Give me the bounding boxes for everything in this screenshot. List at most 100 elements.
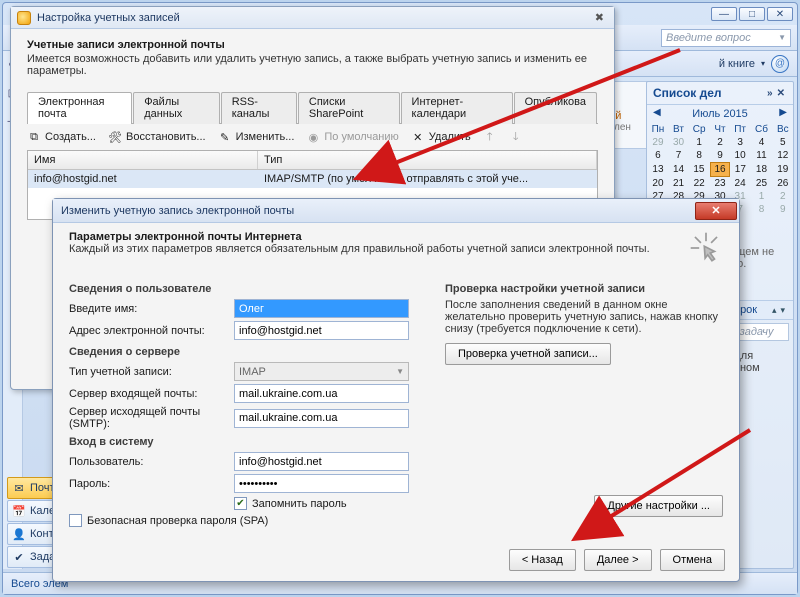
edit-account-dialog: Изменить учетную запись электронной почт… (52, 198, 740, 582)
cal-day[interactable]: 13 (647, 163, 669, 177)
minimize-button[interactable]: — (711, 7, 737, 21)
label-pass: Пароль: (69, 478, 234, 490)
label-user: Пользователь: (69, 456, 234, 468)
help-search-input[interactable]: Введите вопрос ▼ (661, 29, 791, 47)
cal-day[interactable]: 1 (750, 190, 772, 203)
chevron-down-icon[interactable]: ▾ (778, 305, 787, 316)
cal-day[interactable]: 21 (669, 177, 688, 191)
move-up-button[interactable]: 🡑 (483, 130, 497, 144)
cal-day[interactable]: 1 (688, 136, 710, 149)
calendar-month-header: ◀ Июль 2015 ▶ (647, 105, 793, 123)
prev-month-icon[interactable]: ◀ (653, 107, 661, 118)
edit-form: Сведения о пользователе Введите имя: Адр… (53, 273, 739, 529)
cal-day[interactable]: 9 (773, 203, 793, 216)
cal-day[interactable]: 15 (688, 163, 710, 177)
account-row[interactable]: info@hostgid.net IMAP/SMTP (по умолчанию… (28, 170, 597, 188)
cal-day[interactable]: 10 (730, 149, 751, 163)
chevron-up-icon[interactable]: ▴ (770, 305, 779, 316)
close-icon[interactable]: ✕ (775, 88, 787, 99)
cancel-button[interactable]: Отмена (660, 549, 725, 571)
cal-day[interactable]: 5 (773, 136, 793, 149)
col-name[interactable]: Имя (28, 151, 258, 169)
cal-day[interactable]: 9 (710, 149, 730, 163)
cal-dow: Пн (647, 123, 669, 136)
col-type[interactable]: Тип (258, 151, 597, 169)
dialog-title: Настройка учетных записей (37, 12, 180, 24)
accounts-tab[interactable]: Опубликова (514, 92, 597, 124)
password-input[interactable] (234, 474, 409, 493)
incoming-server-input[interactable] (234, 384, 409, 403)
accounts-tab[interactable]: Файлы данных (133, 92, 220, 124)
list-header: Имя Тип (28, 151, 597, 170)
cal-day[interactable]: 26 (773, 177, 793, 191)
remember-password-label: Запомнить пароль (252, 498, 347, 510)
todo-panel-header: Список дел » ✕ (647, 82, 793, 105)
test-description: После заполнения сведений в данном окне … (445, 299, 723, 335)
edit-account-button[interactable]: ✎Изменить... (218, 130, 295, 144)
cal-day[interactable]: 29 (647, 136, 669, 149)
dialog-close-button[interactable]: ✕ (695, 202, 737, 220)
cal-day[interactable]: 23 (710, 177, 730, 191)
section-login: Вход в систему (69, 436, 421, 448)
cal-day[interactable]: 8 (750, 203, 772, 216)
cal-day[interactable]: 6 (647, 149, 669, 163)
accounts-tab[interactable]: RSS-каналы (221, 92, 297, 124)
cal-day[interactable]: 14 (669, 163, 688, 177)
username-input[interactable] (234, 452, 409, 471)
move-down-button[interactable]: 🡓 (509, 130, 523, 144)
account-name: info@hostgid.net (28, 170, 258, 188)
dialog-close-icon[interactable]: ✖ (591, 11, 608, 24)
outlook-app-icon (17, 11, 31, 25)
cal-day[interactable]: 2 (773, 190, 793, 203)
dialog-titlebar: Изменить учетную запись электронной почт… (53, 199, 739, 223)
maximize-button[interactable]: □ (739, 7, 765, 21)
help-search-placeholder: Введите вопрос (666, 32, 751, 44)
accounts-tab[interactable]: Списки SharePoint (298, 92, 400, 124)
back-button[interactable]: < Назад (509, 549, 576, 571)
cal-day[interactable]: 20 (647, 177, 669, 191)
cal-day[interactable]: 3 (730, 136, 751, 149)
cal-day[interactable]: 19 (773, 163, 793, 177)
restore-account-button[interactable]: 🛠Восстановить... (108, 130, 206, 144)
email-input[interactable] (234, 321, 409, 340)
spa-checkbox[interactable] (69, 514, 82, 527)
cal-day[interactable]: 16 (710, 163, 730, 177)
set-default-button[interactable]: ◉По умолчанию (306, 130, 398, 144)
cal-day[interactable]: 25 (750, 177, 772, 191)
cal-day[interactable]: 17 (730, 163, 751, 177)
accounts-heading: Учетные записи электронной почты (27, 39, 598, 51)
next-month-icon[interactable]: ▶ (779, 107, 787, 118)
cal-day[interactable]: 24 (730, 177, 751, 191)
next-button[interactable]: Далее > (584, 549, 652, 571)
accounts-tab[interactable]: Электронная почта (27, 92, 132, 124)
chevron-down-icon[interactable]: ▾ (761, 59, 765, 68)
more-settings-button[interactable]: Другие настройки ... (594, 495, 723, 517)
window-close-button[interactable]: ✕ (767, 7, 793, 21)
chevron-right-icon[interactable]: » (765, 88, 775, 99)
cal-dow: Сб (750, 123, 772, 136)
help-icon[interactable]: @ (771, 55, 789, 73)
section-test: Проверка настройки учетной записи (445, 283, 723, 295)
account-type: IMAP/SMTP (по умолчанию отправлять с это… (258, 170, 597, 188)
name-input[interactable] (234, 299, 409, 318)
accounts-tab[interactable]: Интернет-календари (401, 92, 513, 124)
cal-day[interactable]: 8 (688, 149, 710, 163)
outgoing-server-input[interactable] (234, 409, 409, 428)
cal-day[interactable]: 4 (750, 136, 772, 149)
toolbar-label: Создать... (45, 131, 96, 143)
create-account-button[interactable]: ⧉Создать... (27, 130, 96, 144)
cal-day[interactable]: 7 (669, 149, 688, 163)
calendar-month-label: Июль 2015 (692, 108, 748, 120)
remember-password-checkbox[interactable]: ✔ (234, 497, 247, 510)
edit-heading: Параметры электронной почты Интернета (69, 231, 650, 243)
delete-account-button[interactable]: ✕Удалить (411, 130, 471, 144)
label-incoming: Сервер входящей почты: (69, 388, 234, 400)
cal-day[interactable]: 22 (688, 177, 710, 191)
cal-day[interactable]: 2 (710, 136, 730, 149)
test-account-button[interactable]: Проверка учетной записи... (445, 343, 611, 365)
cal-day[interactable]: 18 (750, 163, 772, 177)
cal-day[interactable]: 11 (750, 149, 772, 163)
cal-day[interactable]: 30 (669, 136, 688, 149)
label-name: Введите имя: (69, 303, 234, 315)
cal-day[interactable]: 12 (773, 149, 793, 163)
